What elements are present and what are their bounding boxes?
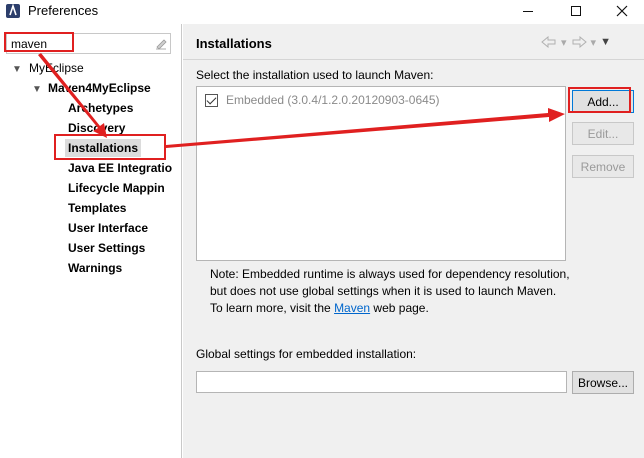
forward-arrow-icon[interactable] xyxy=(571,36,587,48)
forward-menu-icon[interactable]: ▾ xyxy=(591,36,597,49)
note-text: Note: Embedded runtime is always used fo… xyxy=(210,266,570,317)
maximize-button[interactable] xyxy=(553,0,599,22)
note-text-after: web page. xyxy=(370,301,429,315)
installation-label: Embedded (3.0.4/1.2.0.20120903-0645) xyxy=(226,93,440,107)
remove-button[interactable]: Remove xyxy=(572,155,634,178)
close-icon xyxy=(616,5,628,17)
expand-arrow-icon[interactable]: ▼ xyxy=(32,84,42,95)
back-menu-icon[interactable]: ▾ xyxy=(561,36,567,49)
title-separator xyxy=(183,59,644,60)
select-installation-label: Select the installation used to launch M… xyxy=(196,68,434,82)
list-item[interactable]: Embedded (3.0.4/1.2.0.20120903-0645) xyxy=(205,93,440,107)
close-button[interactable] xyxy=(599,0,644,22)
tree-item-maven4myeclipse[interactable]: Maven4MyEclipse xyxy=(48,79,151,97)
page-nav: ▾ ▾ ▼ xyxy=(541,36,611,49)
view-menu-icon[interactable]: ▼ xyxy=(600,36,611,49)
clear-icon[interactable] xyxy=(154,36,168,50)
tree-item-myeclipse[interactable]: MyEclipse xyxy=(29,59,84,77)
annotation-box-installations xyxy=(54,134,166,160)
tree-item-user-interface[interactable]: User Interface xyxy=(68,219,148,237)
preference-tree-pane: ▼ MyEclipse ▼ Maven4MyEclipse Archetypes… xyxy=(0,24,182,458)
annotation-box-add xyxy=(568,87,631,113)
global-settings-input[interactable] xyxy=(196,371,567,393)
page-title: Installations xyxy=(196,36,272,51)
edit-button[interactable]: Edit... xyxy=(572,122,634,145)
tree-item-templates[interactable]: Templates xyxy=(68,199,126,217)
tree-item-java-ee-integration[interactable]: Java EE Integratio xyxy=(68,159,172,177)
maximize-icon xyxy=(571,6,581,16)
tree-item-lifecycle-mappings[interactable]: Lifecycle Mappin xyxy=(68,179,165,197)
installation-checkbox[interactable] xyxy=(205,93,218,107)
app-icon xyxy=(6,3,20,18)
tree-item-user-settings[interactable]: User Settings xyxy=(68,239,145,257)
minimize-button[interactable] xyxy=(505,0,551,22)
tree-item-archetypes[interactable]: Archetypes xyxy=(68,99,133,117)
annotation-box-filter xyxy=(4,32,74,52)
maven-link[interactable]: Maven xyxy=(334,301,370,315)
expand-arrow-icon[interactable]: ▼ xyxy=(12,64,22,75)
browse-button[interactable]: Browse... xyxy=(572,371,634,394)
window-title: Preferences xyxy=(28,3,99,18)
minimize-icon xyxy=(523,10,533,12)
global-settings-label: Global settings for embedded installatio… xyxy=(196,347,417,361)
tree-item-warnings[interactable]: Warnings xyxy=(68,259,122,277)
title-bar: Preferences xyxy=(0,0,644,22)
installations-list[interactable]: Embedded (3.0.4/1.2.0.20120903-0645) xyxy=(196,86,566,261)
back-arrow-icon[interactable] xyxy=(541,36,557,48)
